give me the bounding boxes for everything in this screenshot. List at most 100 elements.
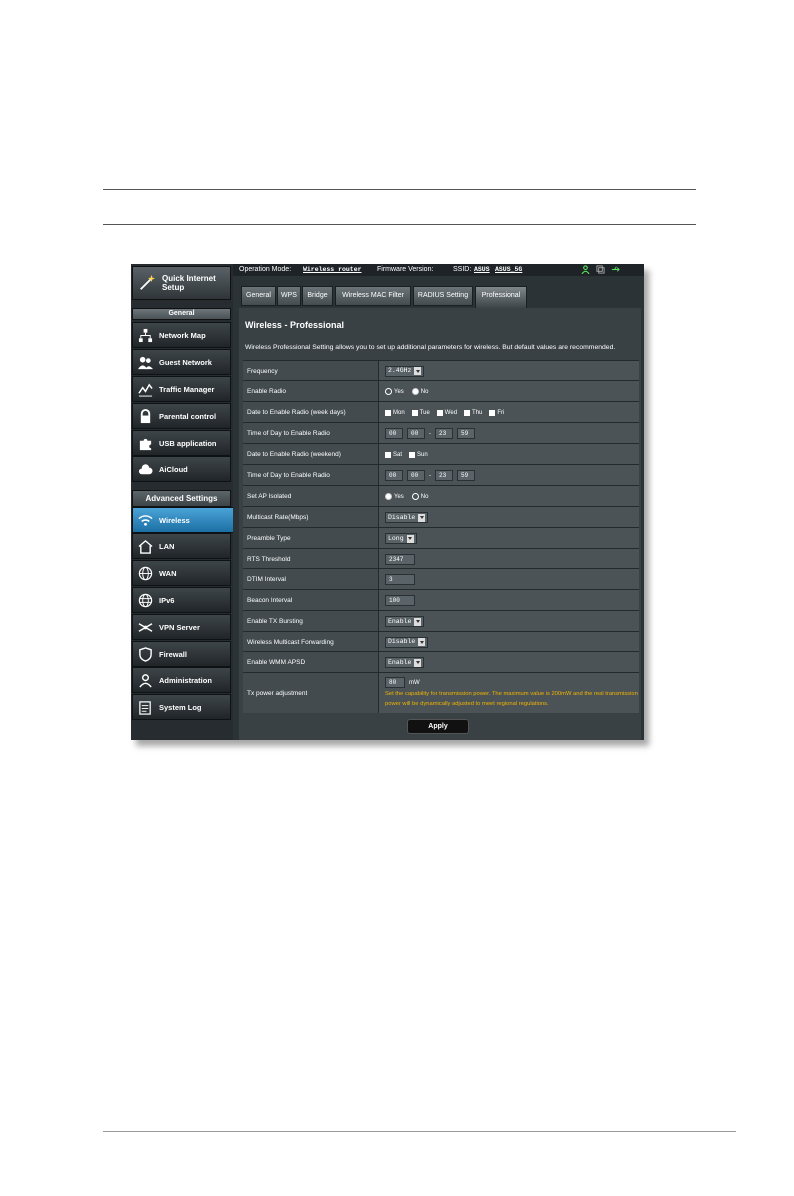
checkbox-fri[interactable]: Fri (489, 409, 504, 416)
sidebar-item-label: AiCloud (159, 464, 188, 474)
sidebar-item-wan[interactable]: WAN (132, 560, 231, 586)
weekday-end-minute-input[interactable]: 59 (457, 428, 475, 439)
ap-isolated-no[interactable]: No (411, 493, 428, 500)
sidebar-item-wireless[interactable]: Wireless (132, 507, 238, 533)
dtim-interval-input[interactable]: 3 (385, 574, 415, 585)
wmm-apsd-select[interactable]: Enable (385, 657, 425, 668)
user-status-icon[interactable] (581, 265, 590, 274)
checkbox-wed[interactable]: Wed (436, 409, 457, 416)
ssid-24-link[interactable]: ASUS (474, 264, 490, 276)
checkbox-sun[interactable]: Sun (409, 451, 428, 458)
weekday-start-hour-input[interactable]: 00 (385, 428, 403, 439)
row-wmm-apsd: Enable WMM APSD Enable (243, 651, 639, 673)
enable-radio-yes[interactable]: Yes (385, 388, 404, 395)
frequency-label: Frequency (243, 361, 379, 381)
wmm-apsd-label: Enable WMM APSD (243, 652, 379, 673)
multicast-forwarding-select[interactable]: Disable (385, 636, 429, 648)
quick-internet-setup-button[interactable]: Quick Internet Setup (132, 266, 231, 300)
sidebar-item-system-log[interactable]: System Log (132, 694, 231, 720)
beacon-interval-input[interactable]: 100 (385, 595, 415, 606)
ap-isolated-yes[interactable]: Yes (385, 493, 404, 500)
sidebar-item-network-map[interactable]: Network Map (132, 322, 231, 348)
usb-status-icon[interactable] (611, 265, 620, 274)
sidebar-item-firewall[interactable]: Firewall (132, 641, 231, 667)
sidebar-item-lan[interactable]: LAN (132, 533, 231, 559)
magic-wand-icon (138, 274, 156, 292)
rts-threshold-label: RTS Threshold (243, 549, 379, 569)
chevron-down-icon (414, 617, 422, 626)
log-icon (137, 699, 153, 715)
sidebar-item-guest-network[interactable]: Guest Network (132, 349, 231, 375)
settings-panel: Wireless - Professional Wireless Profess… (239, 308, 641, 740)
sidebar-item-ipv6[interactable]: IPv6 (132, 587, 231, 613)
tx-power-unit: mW (409, 679, 420, 686)
multicast-rate-select[interactable]: Disable (385, 512, 429, 523)
top-status-bar: Operation Mode: Wireless router Firmware… (233, 264, 644, 276)
general-header: General (132, 308, 231, 320)
tab-wps[interactable]: WPS (277, 286, 301, 306)
ap-isolated-label: Set AP Isolated (243, 486, 379, 507)
weekend-start-minute-input[interactable]: 00 (407, 470, 425, 481)
weekday-end-hour-input[interactable]: 23 (435, 428, 453, 439)
network-map-icon (137, 327, 153, 343)
row-time-weekdays: Time of Day to Enable Radio 00 00 - 23 5… (243, 422, 639, 444)
home-icon (137, 538, 153, 554)
row-beacon-interval: Beacon Interval 100 (243, 589, 639, 611)
checkbox-tue[interactable]: Tue (411, 409, 430, 416)
status-icons (581, 265, 620, 274)
sidebar-item-label: WAN (159, 568, 177, 578)
copy-status-icon[interactable] (596, 265, 605, 274)
checkbox-sat[interactable]: Sat (385, 451, 402, 458)
tab-radius-setting[interactable]: RADIUS Setting (413, 286, 473, 306)
enable-radio-no[interactable]: No (411, 388, 428, 395)
sidebar-item-aicloud[interactable]: AiCloud (132, 456, 231, 482)
sidebar-item-usb-application[interactable]: USB application (132, 430, 231, 456)
quick-internet-setup-label: Quick Internet Setup (162, 274, 216, 292)
tab-professional[interactable]: Professional (475, 286, 527, 308)
chevron-down-icon (414, 658, 422, 667)
row-date-weekdays: Date to Enable Radio (week days) Mon Tue… (243, 401, 639, 423)
weekend-end-minute-input[interactable]: 59 (457, 470, 475, 481)
ssid-5g-link[interactable]: ASUS_5G (495, 264, 522, 276)
second-rule (103, 224, 696, 225)
sidebar-item-vpn-server[interactable]: VPN Server (132, 614, 231, 640)
frequency-select[interactable]: 2.4GHz (385, 365, 425, 377)
row-date-weekend: Date to Enable Radio (weekend) Sat Sun (243, 443, 639, 465)
multicast-rate-label: Multicast Rate(Mbps) (243, 507, 379, 528)
weekend-end-hour-input[interactable]: 23 (435, 470, 453, 481)
tx-power-label: Tx power adjustment (243, 673, 379, 713)
sidebar-item-label: Wireless (159, 515, 190, 525)
weekday-start-minute-input[interactable]: 00 (407, 428, 425, 439)
wifi-icon (137, 512, 153, 528)
advanced-settings-header: Advanced Settings (132, 490, 231, 507)
date-weekdays-label: Date to Enable Radio (week days) (243, 402, 379, 423)
sidebar-item-label: USB application (159, 438, 217, 448)
tab-general[interactable]: General (241, 286, 276, 306)
row-tx-bursting: Enable TX Bursting Enable (243, 610, 639, 632)
rts-threshold-input[interactable]: 2347 (385, 553, 415, 565)
sidebar-item-administration[interactable]: Administration (132, 667, 231, 693)
operation-mode-link[interactable]: Wireless router (303, 264, 362, 276)
weekend-start-hour-input[interactable]: 00 (385, 470, 403, 481)
preamble-type-select[interactable]: Long (385, 533, 417, 544)
time-separator: - (429, 472, 431, 479)
sidebar-item-parental-control[interactable]: Parental control (132, 403, 231, 429)
frequency-value: 2.4GHz (388, 367, 412, 374)
tab-wireless-mac-filter[interactable]: Wireless MAC Filter (335, 286, 411, 306)
tx-bursting-select[interactable]: Enable (385, 616, 425, 627)
guest-network-icon (137, 354, 153, 370)
page-description: Wireless Professional Setting allows you… (245, 344, 616, 351)
row-multicast-rate: Multicast Rate(Mbps) Disable (243, 506, 639, 528)
sidebar-item-traffic-manager[interactable]: Traffic Manager (132, 376, 231, 402)
ssid-label: SSID: (453, 266, 472, 273)
tx-power-warning: Set the capability for transmission powe… (385, 691, 638, 707)
checkbox-thu[interactable]: Thu (464, 409, 482, 416)
tx-power-input[interactable]: 80 (385, 677, 405, 688)
checkbox-mon[interactable]: Mon (385, 409, 405, 416)
shield-icon (137, 646, 153, 662)
row-time-weekend: Time of Day to Enable Radio 00 00 - 23 5… (243, 464, 639, 486)
apply-button[interactable]: Apply (407, 719, 469, 734)
tab-bridge[interactable]: Bridge (302, 286, 333, 306)
operation-mode-label: Operation Mode: (239, 266, 292, 273)
beacon-interval-label: Beacon Interval (243, 590, 379, 611)
